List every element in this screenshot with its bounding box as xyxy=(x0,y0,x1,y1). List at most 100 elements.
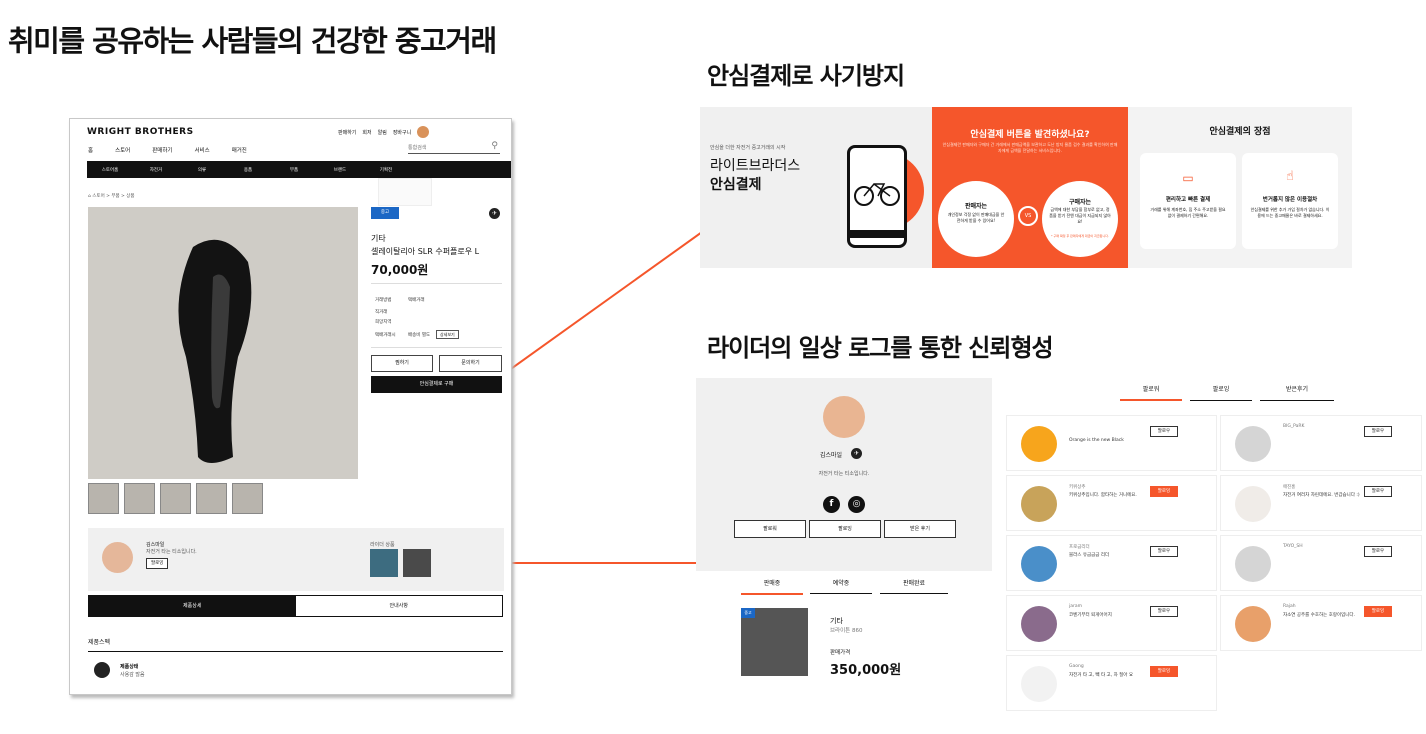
follower-avatar[interactable] xyxy=(1235,486,1271,522)
follower-card-8[interactable]: Rajah 자소연 공주를 수호하는 호랑이입니다. 팔로잉 xyxy=(1220,595,1422,651)
category-item-gear[interactable]: 용품 xyxy=(225,167,271,173)
follower-card-7[interactable]: jaram 코벤기부터 퇴게어어지 팔로우 xyxy=(1006,595,1217,651)
seller-name[interactable]: 김스마일 xyxy=(146,541,164,548)
follow-state-button[interactable]: 팔로우 xyxy=(1364,426,1392,437)
sale-item-category: 기타 xyxy=(830,617,843,625)
follow-state-button[interactable]: 팔로우 xyxy=(1364,546,1392,557)
follower-avatar[interactable] xyxy=(1021,546,1057,582)
mypage-link[interactable]: 회저 xyxy=(362,129,371,136)
product-main-photo[interactable] xyxy=(88,207,358,479)
follow-state-button[interactable]: 팔로잉 xyxy=(1150,666,1178,677)
follow-state-button[interactable]: 팔로우 xyxy=(1150,426,1178,437)
nav-magazine[interactable]: 매거진 xyxy=(232,146,247,154)
search-input[interactable]: 통합검색 ⚲ xyxy=(408,141,500,154)
merit-card-2: ☝ 번거롭지 않은 이용절차 안심결제를 위한 추가 가입 절차가 없습니다. … xyxy=(1242,153,1338,249)
tab-detail[interactable]: 제품상세 xyxy=(89,596,296,616)
sale-tab-reserved[interactable]: 예약중 xyxy=(810,578,872,594)
sell-link[interactable]: 판매하기 xyxy=(338,129,356,136)
following-button[interactable]: 팔로잉 xyxy=(809,520,881,538)
thumbnail-2[interactable] xyxy=(124,483,155,514)
sale-tab-active[interactable]: 판매중 xyxy=(741,578,803,595)
follower-message: 코벤기부터 퇴게어어지 xyxy=(1069,613,1112,618)
profile-intro: 자전거 타는 티소입니다. xyxy=(818,471,870,477)
category-item-clothing[interactable]: 의류 xyxy=(179,167,225,173)
instagram-icon[interactable]: ◎ xyxy=(848,496,865,513)
follower-avatar[interactable] xyxy=(1021,606,1057,642)
nav-store[interactable]: 스토어 xyxy=(115,146,130,154)
product-name: 셀레이탈리아 SLR 수퍼플로우 L xyxy=(371,247,480,256)
follower-button[interactable]: 팔로워 xyxy=(734,520,806,538)
seller-avatar[interactable] xyxy=(102,542,133,573)
spec-status-icon xyxy=(94,662,110,678)
follower-card-2[interactable]: BIG_PaRK 팔로우 xyxy=(1220,415,1422,471)
follower-avatar[interactable] xyxy=(1235,546,1271,582)
follower-avatar[interactable] xyxy=(1021,666,1057,702)
follower-card-5[interactable]: 프로금리더 블라스 유금금금 리더 팔로우 xyxy=(1006,535,1217,591)
follower-card-6[interactable]: TAYO_SH 팔로우 xyxy=(1220,535,1422,591)
follower-avatar[interactable] xyxy=(1235,606,1271,642)
buyer-benefit-title: 구매자는 xyxy=(1068,199,1092,206)
search-icon[interactable]: ⚲ xyxy=(491,141,498,151)
category-item-parts[interactable]: 부품 xyxy=(271,167,317,173)
follower-avatar[interactable] xyxy=(1021,426,1057,462)
orange-subtitle: 안심결제란 판매자와 구매자 간 거래에서 판매금액을 보관하고 도난 방지 물… xyxy=(942,142,1118,153)
follower-name: BIG_PaRK xyxy=(1283,424,1305,429)
cart-link[interactable]: 장바구니 xyxy=(393,129,411,136)
thumbnail-1[interactable] xyxy=(88,483,119,514)
tab-reviews[interactable]: 받은후기 xyxy=(1260,384,1334,401)
follower-avatar[interactable] xyxy=(1235,426,1271,462)
alarm-link[interactable]: 알림 xyxy=(378,129,387,136)
follower-card-9[interactable]: Gaong 자전거 타 고, 빽 타 고, 차 질아 요 팔로잉 xyxy=(1006,655,1217,711)
rider-items-label: 라이더 상품 xyxy=(370,542,395,548)
buyer-benefit-circle: 구매자는 금액에 대한 부담을 함부로 없고, 정품을 받기 전엔 대금이 지급… xyxy=(1042,181,1118,257)
product-price: 70,000원 xyxy=(371,263,429,277)
thumbnail-3[interactable] xyxy=(160,483,191,514)
follower-card-4[interactable]: 애진홍 자전거 여러차 자린데에요. 번갑습니다 :) 팔로우 xyxy=(1220,475,1422,531)
follow-state-button[interactable]: 팔로우 xyxy=(1150,546,1178,557)
thumbnail-5[interactable] xyxy=(232,483,263,514)
follow-state-button[interactable]: 팔로잉 xyxy=(1364,606,1392,617)
follower-avatar[interactable] xyxy=(1021,486,1057,522)
merit2-title: 번거롭지 않은 이용절차 xyxy=(1262,197,1318,203)
detail-button[interactable]: 상세보기 xyxy=(436,330,459,339)
sale-item-image[interactable]: 중고 xyxy=(741,608,808,676)
facebook-icon[interactable]: f xyxy=(823,496,840,513)
seller-benefit-circle: 판매자는 개인정보 걱정 없이 판매대금을 안전하게 받을 수 있어요! xyxy=(938,181,1014,257)
brand-logo[interactable]: WRIGHT BROTHERS xyxy=(87,127,194,137)
share-icon[interactable]: ✈ xyxy=(489,208,500,219)
tab-guide[interactable]: 안내사항 xyxy=(296,596,503,616)
category-item-storehome[interactable]: 스토어홈 xyxy=(87,167,133,173)
follow-state-button[interactable]: 팔로우 xyxy=(1364,486,1392,497)
follow-state-button[interactable]: 팔로잉 xyxy=(1150,486,1178,497)
category-item-promo[interactable]: 기획전 xyxy=(363,167,409,173)
follow-button[interactable]: 팔로잉 xyxy=(146,558,169,569)
thumbnail-4[interactable] xyxy=(196,483,227,514)
like-button[interactable]: 찜하기 xyxy=(371,355,433,372)
nav-service[interactable]: 서비스 xyxy=(195,146,210,154)
search-placeholder: 통합검색 xyxy=(408,145,427,151)
category-item-brand[interactable]: 브랜드 xyxy=(317,167,363,173)
category-item-bike[interactable]: 자전거 xyxy=(133,167,179,173)
rider-item-thumb-1[interactable] xyxy=(370,549,398,577)
follower-card-3[interactable]: 키위상추 키위상추입니다. 함타하는 거니에요. 팔로잉 xyxy=(1006,475,1217,531)
follow-state-button[interactable]: 팔로우 xyxy=(1150,606,1178,617)
follower-card-1[interactable]: Orange is the new Black 팔로우 xyxy=(1006,415,1217,471)
merit-card-1: ▭ 편리하고 빠른 결제 거래를 위해 계좌번호, 집 주소 주고받을 필요 없… xyxy=(1140,153,1236,249)
profile-avatar[interactable] xyxy=(823,396,865,438)
pay-brand-line1: 라이트브라더스 xyxy=(710,158,801,174)
follow-tabs: 팔로워 팔로잉 받은후기 xyxy=(1120,384,1334,401)
tab-following[interactable]: 팔로잉 xyxy=(1190,384,1252,401)
safe-pay-button[interactable]: 안심결제로 구매 xyxy=(371,376,502,393)
buyer-benefit-text: 금액에 대한 부담을 함부로 없고, 정품을 받기 전엔 대금이 지급되지 않아… xyxy=(1049,207,1111,224)
tab-followers[interactable]: 팔로워 xyxy=(1120,384,1182,401)
nav-sell[interactable]: 판매하기 xyxy=(152,146,172,154)
sale-tab-sold[interactable]: 판매완료 xyxy=(880,578,948,594)
nav-home[interactable]: 홈 xyxy=(88,146,93,154)
touch-icon: ☝ xyxy=(1286,169,1294,184)
user-avatar[interactable] xyxy=(417,126,430,138)
review-button[interactable]: 받은 후기 xyxy=(884,520,956,538)
detail-tabs: 제품상세 안내사항 xyxy=(88,595,503,617)
ask-button[interactable]: 문의하기 xyxy=(439,355,502,372)
rider-item-thumb-2[interactable] xyxy=(403,549,431,577)
follower-name: jaram xyxy=(1069,604,1082,609)
